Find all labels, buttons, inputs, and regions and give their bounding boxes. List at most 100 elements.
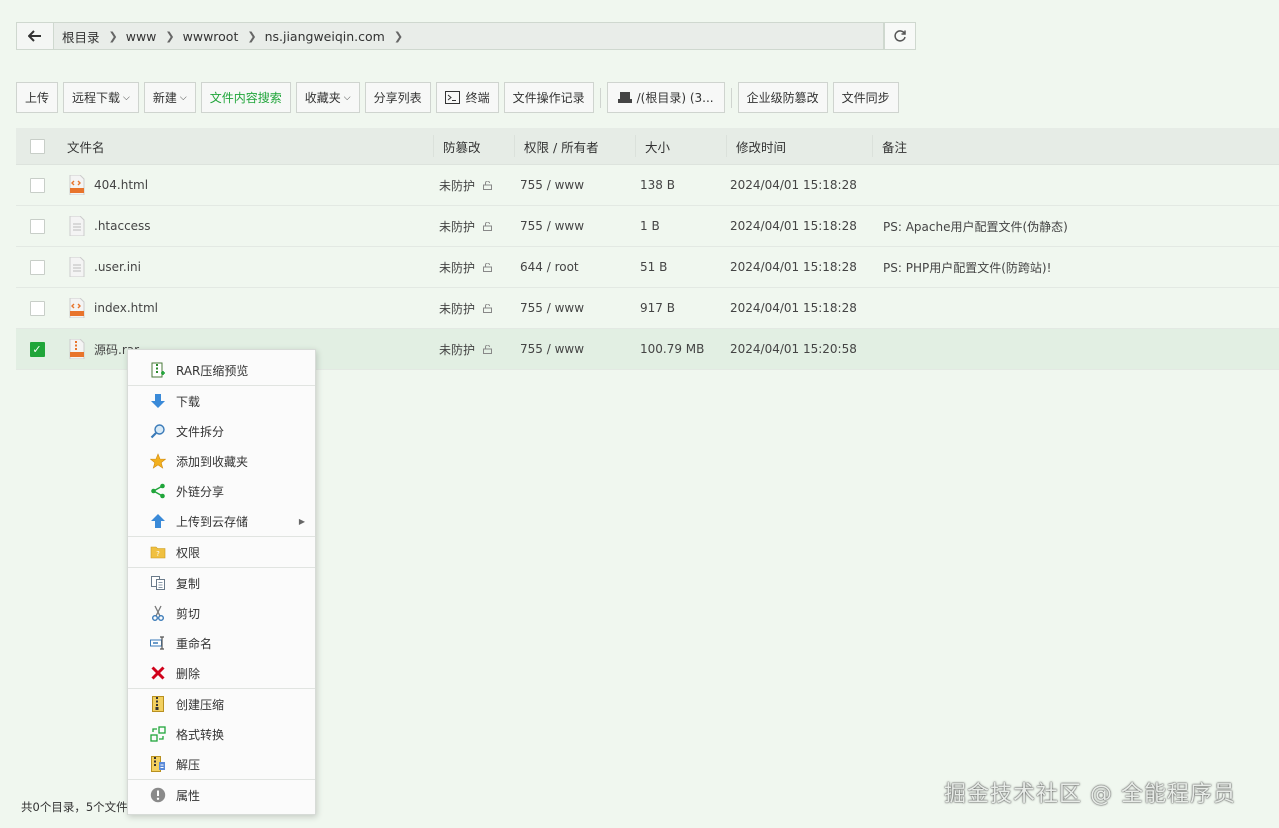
row-checkbox[interactable] (29, 300, 45, 316)
menu-item-compress[interactable]: 创建压缩 (128, 689, 315, 719)
copy-icon (150, 575, 166, 591)
menu-item-add-favorite[interactable]: 添加到收藏夹 (128, 446, 315, 476)
header-size[interactable]: 大小 (636, 135, 727, 157)
header-name[interactable]: 文件名 (58, 135, 434, 157)
file-note[interactable]: PS: Apache用户配置文件(伪静态) (871, 218, 1279, 235)
header-note: 备注 (882, 139, 908, 155)
convert-icon (150, 726, 166, 742)
upload-button[interactable]: 上传 (16, 82, 59, 113)
chevron-right-icon: ❯ (247, 29, 257, 43)
chevron-down-icon: ⌵ (123, 92, 130, 103)
remote-download-button[interactable]: 远程下载 ⌵ (63, 82, 139, 113)
protect-status: 未防护 (439, 178, 476, 193)
perm-owner[interactable]: 644 / root (513, 260, 633, 274)
menu-item-properties[interactable]: 属性 (128, 780, 315, 810)
chevron-right-icon: ❯ (108, 29, 118, 43)
unlock-icon[interactable] (483, 180, 493, 190)
perm-owner[interactable]: 755 / www (513, 178, 633, 192)
perm-owner[interactable]: 755 / www (513, 219, 633, 233)
menu-item-permission[interactable]: ? 权限 (128, 537, 315, 567)
terminal-button[interactable]: 终端 (435, 82, 499, 113)
archive-preview-icon (150, 362, 166, 378)
folder-key-icon: ? (150, 544, 166, 560)
refresh-button[interactable] (884, 22, 916, 50)
select-all-checkbox[interactable] (29, 138, 45, 154)
table-header: 文件名 防篡改 权限 / 所有者 大小 修改时间 备注 (16, 128, 1279, 165)
chevron-right-icon: ❯ (165, 29, 175, 43)
delete-x-icon (150, 665, 166, 681)
share-list-button[interactable]: 分享列表 (364, 82, 431, 113)
file-name[interactable]: index.html (94, 301, 158, 315)
menu-item-extract[interactable]: 解压 (128, 749, 315, 779)
text-file-icon (69, 257, 85, 277)
back-arrow-icon[interactable] (17, 23, 54, 49)
operation-log-button[interactable]: 文件操作记录 (503, 82, 594, 113)
breadcrumb-item-wwwroot[interactable]: wwwroot ❯ (175, 29, 257, 44)
modified-time: 2024/04/01 15:20:58 (730, 342, 857, 356)
file-size: 917 B (640, 301, 675, 315)
context-menu: RAR压缩预览 下载 文件拆分 添加到收藏夹 外链分享 上传到云存储 ▶ ? 权… (127, 349, 316, 815)
html-file-icon (69, 298, 85, 318)
modified-time: 2024/04/01 15:18:28 (730, 219, 857, 233)
menu-item-rar-preview[interactable]: RAR压缩预览 (128, 355, 315, 385)
breadcrumb-item-site[interactable]: ns.jiangweiqin.com ❯ (257, 29, 403, 44)
html-file-icon (69, 175, 85, 195)
svg-text:?: ? (156, 550, 160, 558)
disk-icon (617, 92, 632, 103)
tamper-proof-button[interactable]: 企业级防篡改 (737, 82, 828, 113)
row-checkbox[interactable] (29, 177, 45, 193)
header-mtime[interactable]: 修改时间 (727, 135, 873, 157)
content-search-button[interactable]: 文件内容搜索 (200, 82, 291, 113)
modified-time: 2024/04/01 15:18:28 (730, 301, 857, 315)
modified-time: 2024/04/01 15:18:28 (730, 178, 857, 192)
file-size: 100.79 MB (640, 342, 705, 356)
unlock-icon[interactable] (483, 303, 493, 313)
toolbar: 上传 远程下载 ⌵ 新建 ⌵ 文件内容搜索 收藏夹 ⌵ 分享列表 终端 文件操作记录 … (16, 82, 904, 113)
breadcrumb-item-root[interactable]: 根目录 ❯ (54, 27, 118, 46)
menu-item-rename[interactable]: 重命名 (128, 628, 315, 658)
perm-owner[interactable]: 755 / www (513, 301, 633, 315)
menu-item-copy[interactable]: 复制 (128, 568, 315, 598)
breadcrumb: 根目录 ❯ www ❯ wwwroot ❯ ns.jiangweiqin.com ❯ (16, 22, 884, 50)
table-row[interactable]: 404.html 未防护 755 / www 138 B 2024/04/01 … (16, 165, 1279, 206)
file-table: 文件名 防篡改 权限 / 所有者 大小 修改时间 备注 404.html 未防护… (16, 128, 1279, 370)
table-row[interactable]: .htaccess 未防护 755 / www 1 B 2024/04/01 1… (16, 206, 1279, 247)
row-checkbox[interactable] (29, 218, 45, 234)
menu-item-upload-cloud[interactable]: 上传到云存储 ▶ (128, 506, 315, 536)
header-protect: 防篡改 (434, 135, 515, 157)
menu-item-download[interactable]: 下载 (128, 386, 315, 416)
toolbar-divider (599, 87, 601, 108)
upload-arrow-icon (150, 513, 166, 529)
menu-item-cut[interactable]: 剪切 (128, 598, 315, 628)
menu-item-split[interactable]: 文件拆分 (128, 416, 315, 446)
file-name[interactable]: 404.html (94, 178, 148, 192)
file-count-summary: 共0个目录，5个文件 (21, 800, 128, 814)
unlock-icon[interactable] (483, 221, 493, 231)
new-button[interactable]: 新建 ⌵ (143, 82, 196, 113)
file-name[interactable]: .user.ini (94, 260, 141, 274)
menu-item-convert[interactable]: 格式转换 (128, 719, 315, 749)
header-perm[interactable]: 权限 / 所有者 (515, 135, 636, 157)
row-checkbox[interactable] (29, 259, 45, 275)
file-size: 51 B (640, 260, 668, 274)
rename-icon (150, 635, 166, 651)
unlock-icon[interactable] (483, 344, 493, 354)
watermark: 掘金技术社区 @ 全能程序员 (944, 782, 1236, 807)
table-row[interactable]: index.html 未防护 755 / www 917 B 2024/04/0… (16, 288, 1279, 329)
file-size: 138 B (640, 178, 675, 192)
zip-icon (150, 696, 166, 712)
file-note[interactable]: PS: PHP用户配置文件(防跨站)! (871, 259, 1279, 276)
favorites-button[interactable]: 收藏夹 ⌵ (295, 82, 360, 113)
scissors-icon (150, 605, 166, 621)
menu-item-delete[interactable]: 删除 (128, 658, 315, 688)
file-sync-button[interactable]: 文件同步 (832, 82, 899, 113)
table-row[interactable]: .user.ini 未防护 644 / root 51 B 2024/04/01… (16, 247, 1279, 288)
breadcrumb-item-www[interactable]: www ❯ (118, 29, 175, 44)
file-name[interactable]: .htaccess (94, 219, 151, 233)
unlock-icon[interactable] (483, 262, 493, 272)
perm-owner[interactable]: 755 / www (513, 342, 633, 356)
disk-button[interactable]: /(根目录) (3... (606, 82, 725, 113)
row-checkbox[interactable]: ✓ (29, 341, 45, 357)
protect-status: 未防护 (439, 260, 476, 275)
menu-item-share-link[interactable]: 外链分享 (128, 476, 315, 506)
